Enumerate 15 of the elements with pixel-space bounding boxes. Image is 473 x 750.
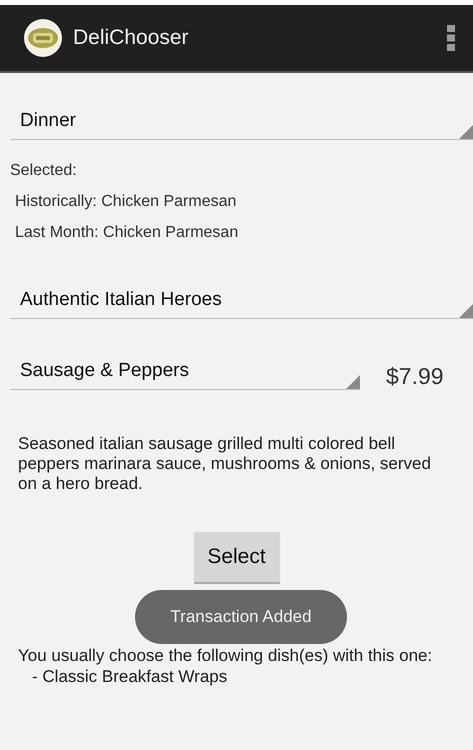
toast-message: Transaction Added (135, 590, 347, 644)
meal-spinner[interactable]: Dinner (10, 109, 473, 140)
history-text: Last Month: Chicken Parmesan (14, 223, 240, 243)
category-spinner[interactable]: Authentic Italian Heroes (10, 288, 473, 319)
history-text: Historically: Chicken Parmesan (14, 192, 238, 212)
select-button[interactable]: Select (194, 532, 280, 584)
logo-icon[interactable] (23, 18, 63, 58)
price-text: $7.99 (386, 363, 444, 390)
dish-spinner[interactable]: Sausage & Peppers (10, 359, 360, 390)
suggestion-text: You usually choose the following dish(es) with this one: (18, 646, 434, 666)
overflow-menu-icon[interactable] (447, 25, 455, 51)
suggested-dish: - Classic Breakfast Wraps (31, 666, 228, 688)
app-title: DeliChooser (73, 26, 190, 50)
selected-label: Selected: (10, 161, 78, 181)
dish-description: Seasoned italian sausage grilled multi colored bell peppers marinara sauce, mushrooms & onions, served on a hero bread. (18, 434, 432, 494)
